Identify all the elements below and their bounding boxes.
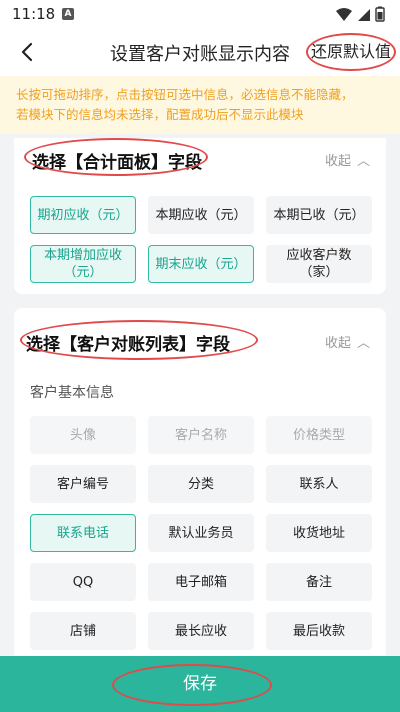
back-button[interactable] xyxy=(14,38,42,66)
field-chip[interactable]: 本期应收（元） xyxy=(148,196,254,234)
restore-default-button[interactable]: 还原默认值 xyxy=(306,33,396,71)
statement-collapse-button[interactable]: 收起 ︿ xyxy=(325,332,370,351)
summary-field-grid: 期初应收（元） 本期应收（元） 本期已收（元） 本期增加应收 （元） 期末应收（元） 应收… xyxy=(30,196,372,283)
summary-collapse-button[interactable]: 收起 ︿ xyxy=(325,150,370,169)
nav-bar: 设置客户对账显示内容 还原默认值 xyxy=(0,28,400,76)
annotation-circle xyxy=(20,320,258,360)
field-chip[interactable]: 本期增加应收 （元） xyxy=(30,245,136,283)
statement-list-card: 选择【客户对账列表】字段 收起 ︿ 客户基本信息 头像 客户名称 价格类型 客户编号 分类… xyxy=(14,308,386,658)
field-chip: 价格类型 xyxy=(266,416,372,454)
field-chip[interactable]: 期初应收（元） xyxy=(30,196,136,234)
status-bar: 11:18 A xyxy=(0,0,400,28)
notice-line-1: 长按可拖动排序，点击按钮可选中信息，必选信息不能隐藏， xyxy=(16,87,354,102)
notice-line-2: 若模块下的信息均未选择，配置成功后不显示此模块 xyxy=(16,107,304,122)
field-chip[interactable]: 备注 xyxy=(266,563,372,601)
collapse-label: 收起 xyxy=(324,154,351,169)
collapse-label: 收起 xyxy=(324,336,351,351)
field-chip[interactable]: 电子邮箱 xyxy=(148,563,254,601)
field-chip[interactable]: QQ xyxy=(30,563,136,601)
field-chip[interactable]: 联系人 xyxy=(266,465,372,503)
annotation-circle xyxy=(112,664,272,706)
chevron-up-icon: ︿ xyxy=(356,154,370,169)
statement-field-grid: 头像 客户名称 价格类型客户编号 分类 联系人联系电话 默认业务员 收货地址 QQ 电子邮箱 备注… xyxy=(30,416,372,656)
field-chip[interactable]: 客户编号 xyxy=(30,465,136,503)
status-time: 11:18 xyxy=(12,5,56,23)
field-chip[interactable]: 最长应收 xyxy=(148,612,254,650)
summary-panel-card: 选择【合计面板】字段 收起 ︿ 期初应收（元） 本期应收（元） 本期已收（元） 本期增加… xyxy=(14,138,386,294)
save-bar: 保存 xyxy=(0,656,400,712)
notice-banner: 长按可拖动排序，点击按钮可选中信息，必选信息不能隐藏， 若模块下的信息均未选择，… xyxy=(0,76,400,134)
field-chip[interactable]: 应收客户数 （家） xyxy=(266,245,372,283)
notification-badge-icon: A xyxy=(62,8,74,20)
field-chip[interactable]: 联系电话 xyxy=(30,514,136,552)
chevron-up-icon: ︿ xyxy=(356,336,370,351)
status-icons xyxy=(334,6,390,26)
field-chip: 客户名称 xyxy=(148,416,254,454)
field-chip: 头像 xyxy=(30,416,136,454)
battery-icon xyxy=(375,6,385,22)
field-chip[interactable]: 最后收款 xyxy=(266,612,372,650)
annotation-circle xyxy=(24,138,208,176)
field-chip[interactable]: 期末应收（元） xyxy=(148,245,254,283)
field-chip[interactable]: 本期已收（元） xyxy=(266,196,372,234)
field-chip[interactable]: 收货地址 xyxy=(266,514,372,552)
group-label-basic-info: 客户基本信息 xyxy=(30,385,114,401)
chevron-left-icon xyxy=(21,42,33,62)
wifi-icon xyxy=(336,8,352,21)
field-chip[interactable]: 分类 xyxy=(148,465,254,503)
signal-icon xyxy=(358,9,370,21)
annotation-circle xyxy=(306,33,396,71)
field-chip[interactable]: 默认业务员 xyxy=(148,514,254,552)
field-chip[interactable]: 店铺 xyxy=(30,612,136,650)
